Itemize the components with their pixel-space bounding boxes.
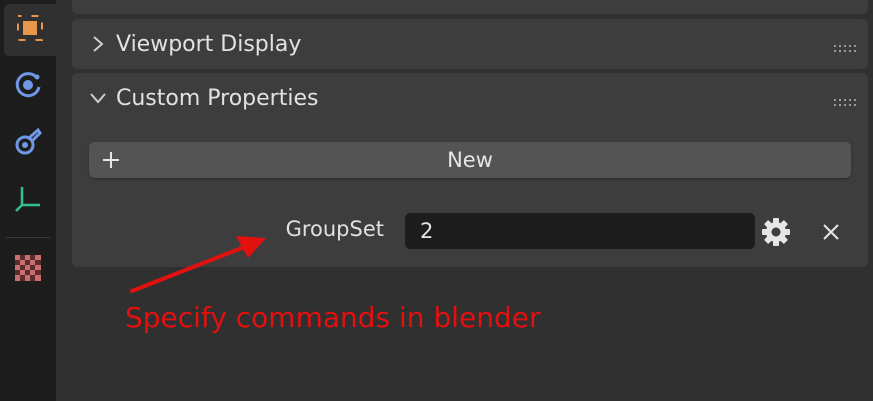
properties-editor: Viewport Display Custom Properties New G… [0,0,873,401]
annotation-text: Specify commands in blender [125,301,541,334]
annotation-arrow [130,236,266,293]
